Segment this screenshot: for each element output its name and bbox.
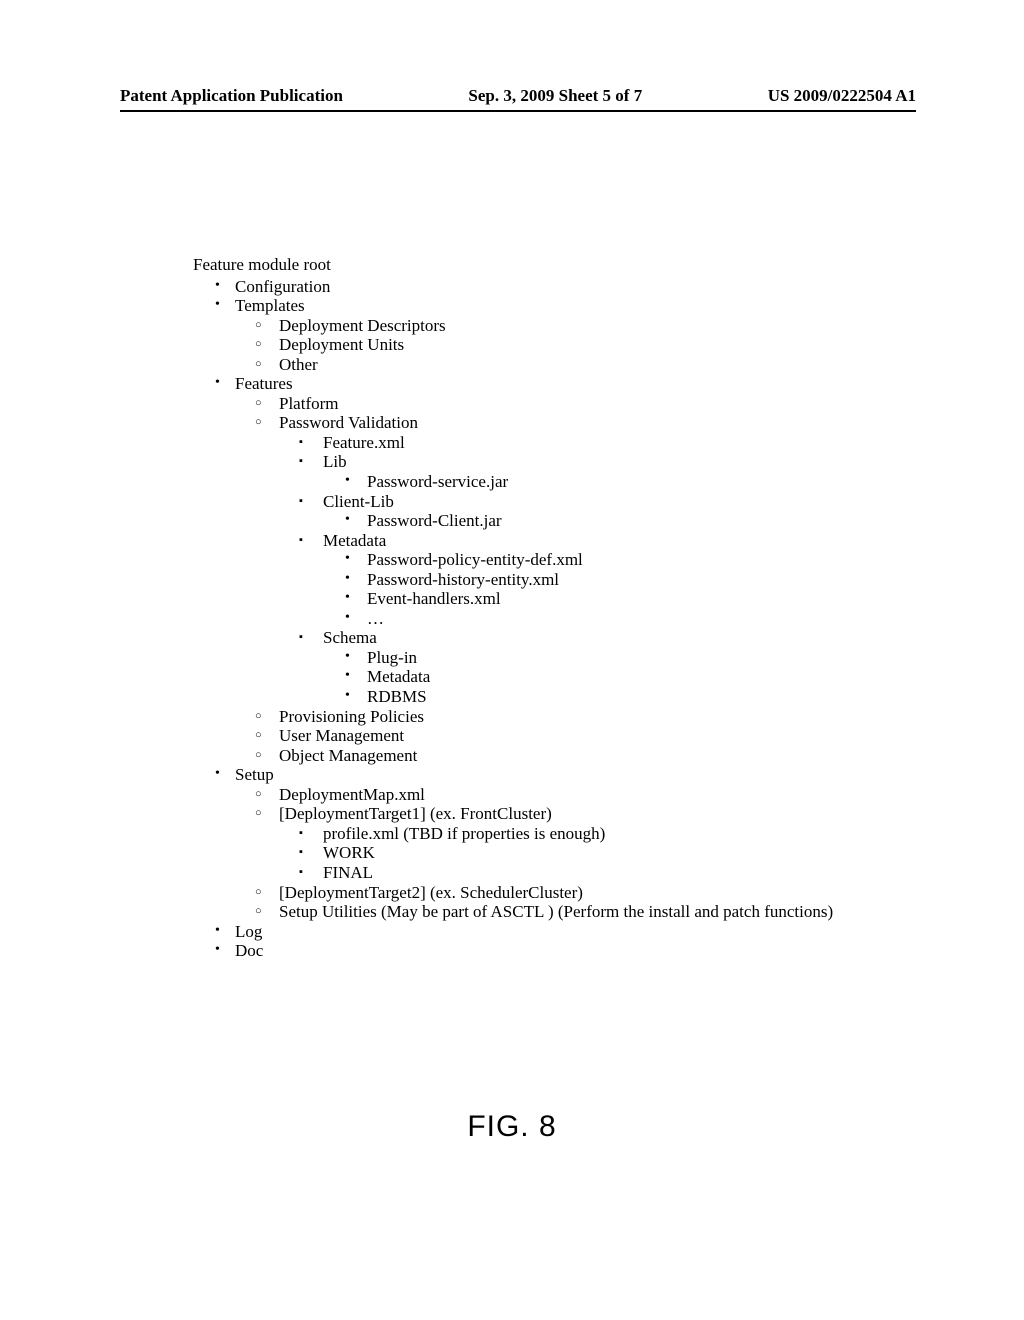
item-provisioning-policies: Provisioning Policies (235, 707, 833, 727)
item-object-management: Object Management (235, 746, 833, 766)
item-setup-utilities: Setup Utilities (May be part of ASCTL ) … (235, 902, 833, 922)
item-password-policy-entity-def: Password-policy-entity-def.xml (323, 550, 833, 570)
item-deploymentmap-xml: DeploymentMap.xml (235, 785, 833, 805)
root-title: Feature module root (193, 255, 833, 275)
item-schema-label: Schema (323, 628, 377, 647)
header-right: US 2009/0222504 A1 (768, 86, 916, 106)
item-deployment-descriptors: Deployment Descriptors (235, 316, 833, 336)
item-other: Other (235, 355, 833, 375)
item-lib-label: Lib (323, 452, 347, 471)
item-deployment-units: Deployment Units (235, 335, 833, 355)
item-rdbms: RDBMS (323, 687, 833, 707)
item-configuration: Configuration (193, 277, 833, 297)
page-header: Patent Application Publication Sep. 3, 2… (120, 86, 916, 110)
item-schema-metadata: Metadata (323, 667, 833, 687)
page: Patent Application Publication Sep. 3, 2… (0, 0, 1024, 1320)
item-deploymenttarget2: [DeploymentTarget2] (ex. SchedulerCluste… (235, 883, 833, 903)
item-features: Features Platform Password Validation Fe… (193, 374, 833, 765)
item-metadata: Metadata Password-policy-entity-def.xml … (279, 531, 833, 629)
figure-label: FIG. 8 (0, 1110, 1024, 1144)
header-rule (120, 110, 916, 112)
item-templates-label: Templates (235, 296, 305, 315)
item-user-management: User Management (235, 726, 833, 746)
item-metadata-label: Metadata (323, 531, 386, 550)
item-templates: Templates Deployment Descriptors Deploym… (193, 296, 833, 374)
item-password-history-entity: Password-history-entity.xml (323, 570, 833, 590)
content-body: Feature module root Configuration Templa… (193, 255, 833, 961)
header-left: Patent Application Publication (120, 86, 343, 106)
item-final: FINAL (279, 863, 833, 883)
item-schema: Schema Plug-in Metadata RDBMS (279, 628, 833, 706)
item-plug-in: Plug-in (323, 648, 833, 668)
item-setup-label: Setup (235, 765, 274, 784)
item-event-handlers: Event-handlers.xml (323, 589, 833, 609)
header-center: Sep. 3, 2009 Sheet 5 of 7 (468, 86, 642, 106)
item-doc: Doc (193, 941, 833, 961)
item-profile-xml: profile.xml (TBD if properties is enough… (279, 824, 833, 844)
item-password-service-jar: Password-service.jar (323, 472, 833, 492)
item-password-validation: Password Validation Feature.xml Lib Pass… (235, 413, 833, 706)
item-deploymenttarget1: [DeploymentTarget1] (ex. FrontCluster) p… (235, 804, 833, 882)
item-password-client-jar: Password-Client.jar (323, 511, 833, 531)
item-work: WORK (279, 843, 833, 863)
item-log: Log (193, 922, 833, 942)
item-lib: Lib Password-service.jar (279, 452, 833, 491)
item-ellipsis: … (323, 609, 833, 629)
item-features-label: Features (235, 374, 293, 393)
item-setup: Setup DeploymentMap.xml [DeploymentTarge… (193, 765, 833, 921)
item-feature-xml: Feature.xml (279, 433, 833, 453)
item-password-validation-label: Password Validation (279, 413, 418, 432)
item-client-lib: Client-Lib Password-Client.jar (279, 492, 833, 531)
item-client-lib-label: Client-Lib (323, 492, 394, 511)
item-platform: Platform (235, 394, 833, 414)
item-deploymenttarget1-label: [DeploymentTarget1] (ex. FrontCluster) (279, 804, 552, 823)
